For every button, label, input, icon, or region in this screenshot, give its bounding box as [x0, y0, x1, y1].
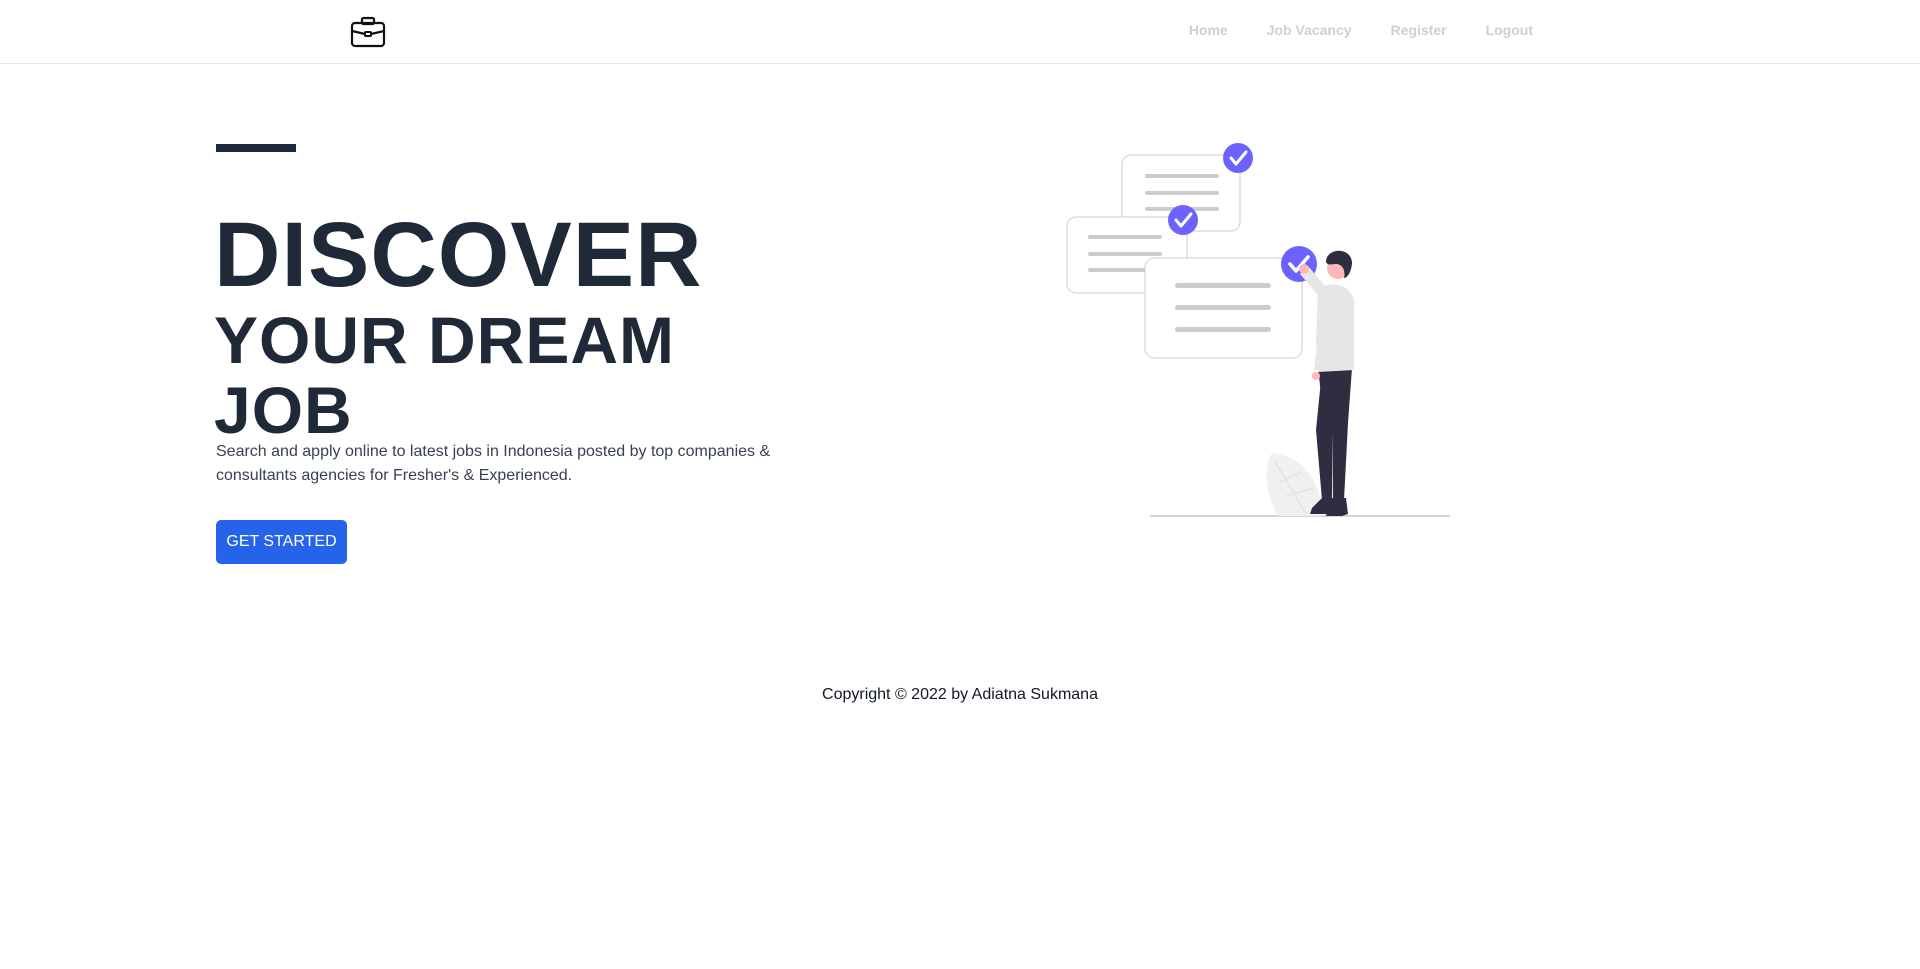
nav-job-vacancy-link[interactable]: Job Vacancy [1267, 22, 1352, 38]
get-started-button[interactable]: GET STARTED [216, 520, 347, 564]
copyright-text: Copyright © 2022 by Adiatna Sukmana [822, 686, 1098, 703]
nav-links: Home Job Vacancy Register Logout [1189, 22, 1533, 38]
headline-line-3: JOB [214, 373, 353, 447]
hero-headline: DISCOVER YOUR DREAM JOB [214, 205, 703, 445]
nav-register-link[interactable]: Register [1391, 22, 1447, 38]
navbar: Home Job Vacancy Register Logout [0, 0, 1920, 64]
hero-accent-bar [216, 144, 296, 152]
headline-line-1: DISCOVER [214, 204, 703, 306]
nav-logout-link[interactable]: Logout [1486, 22, 1533, 38]
headline-line-2: YOUR DREAM [214, 303, 676, 377]
person-checking-documents-illustration [1060, 138, 1460, 524]
nav-home-link[interactable]: Home [1189, 22, 1228, 38]
footer: Copyright © 2022 by Adiatna Sukmana [0, 686, 1920, 704]
hero-subtitle: Search and apply online to latest jobs i… [216, 443, 771, 484]
briefcase-icon[interactable] [350, 16, 386, 48]
